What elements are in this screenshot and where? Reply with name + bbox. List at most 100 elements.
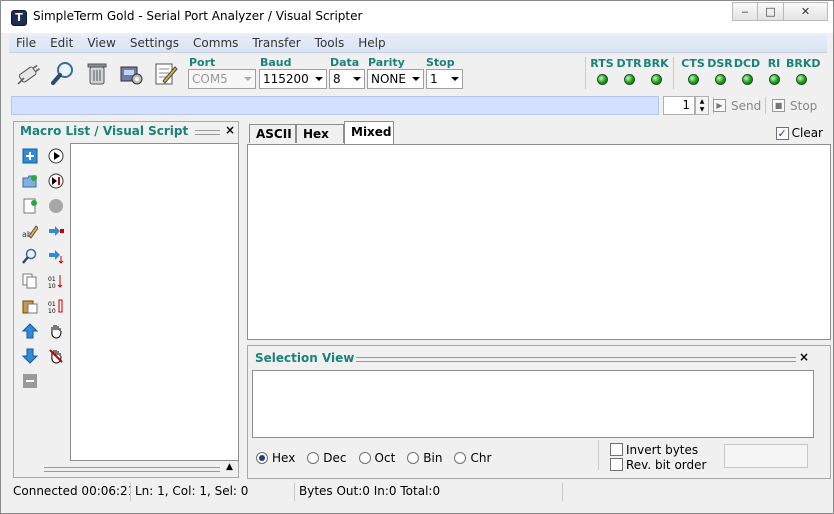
send-input[interactable] bbox=[11, 96, 659, 115]
checkbox-icon bbox=[610, 458, 623, 471]
menu-file[interactable]: File bbox=[9, 36, 43, 50]
radix-oct[interactable]: Oct bbox=[358, 451, 395, 465]
status-extra bbox=[563, 483, 827, 501]
status-bar: Connected 00:06:21 Ln: 1, Col: 1, Sel: 0… bbox=[9, 483, 827, 501]
repeat-count-input[interactable]: 1 bbox=[663, 96, 695, 115]
menu-view[interactable]: View bbox=[80, 36, 122, 50]
radix-hex[interactable]: Hex bbox=[256, 451, 295, 465]
stop-bits-select[interactable]: 1 bbox=[426, 69, 463, 89]
app-window: T SimpleTerm Gold - Serial Port Analyzer… bbox=[0, 0, 834, 514]
chevron-down-icon bbox=[244, 77, 252, 81]
new-item-icon[interactable] bbox=[21, 197, 39, 215]
find-icon[interactable] bbox=[21, 247, 39, 265]
radix-dec-label: Dec bbox=[323, 451, 347, 465]
radix-bin-label: Bin bbox=[423, 451, 443, 465]
rts-led[interactable] bbox=[597, 74, 608, 85]
search-icon[interactable] bbox=[49, 59, 77, 87]
rev-bit-order-checkbox[interactable]: Rev. bit order bbox=[610, 457, 706, 472]
spin-down-icon[interactable]: ▼ bbox=[696, 106, 708, 115]
clear-checkbox[interactable]: ✓ Clear bbox=[775, 126, 823, 140]
dsr-led bbox=[715, 74, 726, 85]
tab-mixed[interactable]: Mixed bbox=[344, 121, 394, 144]
rename-icon[interactable]: ab bbox=[21, 222, 39, 240]
menu-transfer[interactable]: Transfer bbox=[245, 36, 307, 50]
add-macro-icon[interactable] bbox=[21, 147, 39, 165]
pause-hand-icon[interactable] bbox=[47, 322, 65, 340]
menu-edit[interactable]: Edit bbox=[43, 36, 80, 50]
binary-swap-icon[interactable]: 01 10 bbox=[47, 297, 65, 315]
radix-bin[interactable]: Bin bbox=[407, 451, 442, 465]
checkbox-icon bbox=[610, 443, 623, 456]
radix-chr[interactable]: Chr bbox=[454, 451, 491, 465]
radix-dec[interactable]: Dec bbox=[307, 451, 347, 465]
status-bytes: Bytes Out:0 In:0 Total:0 bbox=[295, 483, 563, 501]
view-tabs: ASCII Hex Mixed ✓ Clear bbox=[249, 121, 829, 144]
parity-select[interactable]: NONE bbox=[367, 69, 424, 89]
data-view[interactable] bbox=[247, 144, 831, 340]
selection-action-button[interactable] bbox=[724, 444, 808, 468]
minimize-button[interactable]: ‒ bbox=[732, 2, 758, 21]
new-folder-icon[interactable] bbox=[21, 172, 39, 190]
dsr-label: DSR bbox=[707, 57, 733, 70]
stop-button[interactable]: ■ Stop bbox=[772, 96, 817, 115]
port-settings-icon[interactable] bbox=[117, 59, 145, 87]
send-bar: 1 ▲ ▼ ▶ Send ■ Stop bbox=[9, 95, 827, 117]
move-up-icon[interactable] bbox=[21, 322, 39, 340]
title-bar: T SimpleTerm Gold - Serial Port Analyzer… bbox=[1, 1, 833, 33]
port-select[interactable]: COM5 bbox=[188, 69, 256, 89]
paste-icon[interactable] bbox=[21, 297, 39, 315]
spin-up-icon[interactable]: ▲ bbox=[696, 97, 708, 106]
baud-label: Baud bbox=[260, 56, 292, 69]
repeat-spinner[interactable]: ▲ ▼ bbox=[695, 96, 709, 115]
move-down-icon[interactable] bbox=[21, 347, 39, 365]
bit-options: Invert bytes Rev. bit order bbox=[610, 442, 706, 472]
dtr-led[interactable] bbox=[624, 74, 635, 85]
selection-view-close-icon[interactable]: × bbox=[799, 350, 809, 364]
data-bits-select[interactable]: 8 bbox=[329, 69, 365, 89]
rts-label: RTS bbox=[590, 57, 614, 70]
radix-hex-label: Hex bbox=[272, 451, 296, 465]
macro-list-scrollbar[interactable]: ▲ bbox=[44, 462, 238, 476]
binary-down-icon[interactable]: 01 10 bbox=[47, 272, 65, 290]
menu-tools[interactable]: Tools bbox=[308, 36, 352, 50]
invert-bytes-checkbox[interactable]: Invert bytes bbox=[610, 442, 706, 457]
send-output-icon[interactable] bbox=[47, 222, 65, 240]
scroll-up-icon[interactable]: ▲ bbox=[226, 462, 233, 472]
trash-icon[interactable] bbox=[83, 59, 111, 87]
record-disabled-icon[interactable] bbox=[47, 197, 65, 215]
macro-panel-close-icon[interactable]: × bbox=[225, 123, 235, 137]
step-macro-icon[interactable] bbox=[47, 172, 65, 190]
send-receive-icon[interactable] bbox=[47, 247, 65, 265]
connect-icon[interactable] bbox=[15, 59, 43, 87]
copy-icon[interactable] bbox=[21, 272, 39, 290]
chevron-down-icon bbox=[353, 77, 361, 81]
send-button[interactable]: ▶ Send bbox=[713, 96, 761, 115]
radio-icon bbox=[307, 452, 320, 464]
chevron-down-icon bbox=[315, 77, 323, 81]
stop-bits-label: Stop bbox=[426, 56, 455, 69]
edit-script-icon[interactable] bbox=[151, 59, 179, 87]
invert-bytes-label: Invert bytes bbox=[626, 442, 699, 457]
stop-button-label: Stop bbox=[790, 98, 818, 113]
menu-comms[interactable]: Comms bbox=[186, 36, 245, 50]
tab-ascii[interactable]: ASCII bbox=[249, 124, 296, 143]
close-button[interactable]: ✕ bbox=[784, 2, 828, 21]
toolbar-divider bbox=[673, 57, 674, 89]
menu-help[interactable]: Help bbox=[351, 36, 392, 50]
cts-led bbox=[688, 74, 699, 85]
menu-settings[interactable]: Settings bbox=[123, 36, 186, 50]
radio-icon bbox=[358, 452, 371, 464]
status-connected: Connected 00:06:21 bbox=[9, 483, 131, 501]
parity-label: Parity bbox=[368, 56, 405, 69]
baud-select[interactable]: 115200 bbox=[259, 69, 327, 89]
play-macro-icon[interactable] bbox=[47, 147, 65, 165]
tab-hex[interactable]: Hex bbox=[296, 124, 344, 143]
brk-led[interactable] bbox=[651, 74, 662, 85]
macro-list[interactable] bbox=[70, 143, 239, 461]
remove-icon[interactable] bbox=[21, 372, 39, 390]
selection-text-area[interactable] bbox=[252, 370, 814, 438]
stop-hand-icon[interactable] bbox=[47, 347, 65, 365]
radix-chr-label: Chr bbox=[470, 451, 492, 465]
play-icon: ▶ bbox=[713, 99, 726, 112]
maximize-button[interactable]: □ bbox=[758, 2, 784, 21]
